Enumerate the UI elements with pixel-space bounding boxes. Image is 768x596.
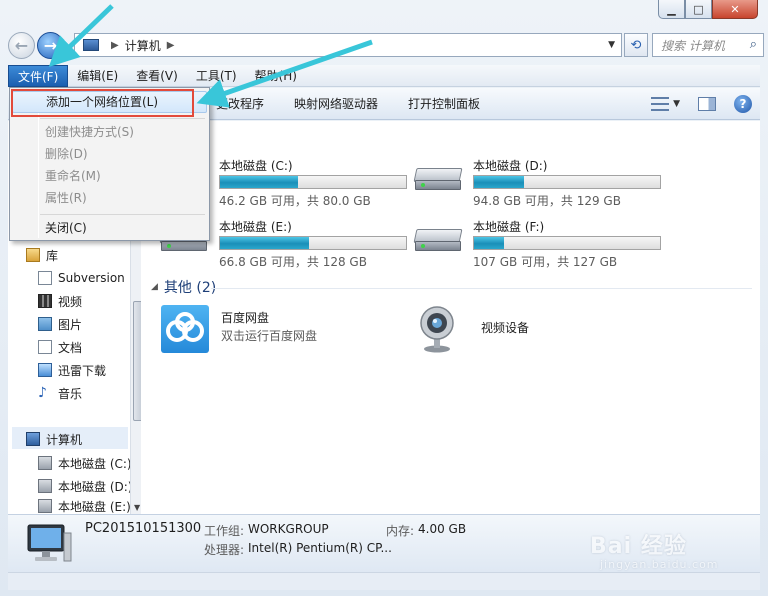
explorer-window: ▁ □ ✕ ← → ▶ 计算机 ▶ ▼ ⟲ 搜索 计算机 ⌕ 文件(F) 编辑(… <box>0 0 768 596</box>
watermark-text: Bai 经验 <box>590 534 687 559</box>
watermark-sub: jingyan.baidu.com <box>600 558 719 571</box>
baidu-jingyan-watermark: Bai 经验 jingyan.baidu.com <box>590 514 760 580</box>
annotation-arrows <box>48 4 373 108</box>
